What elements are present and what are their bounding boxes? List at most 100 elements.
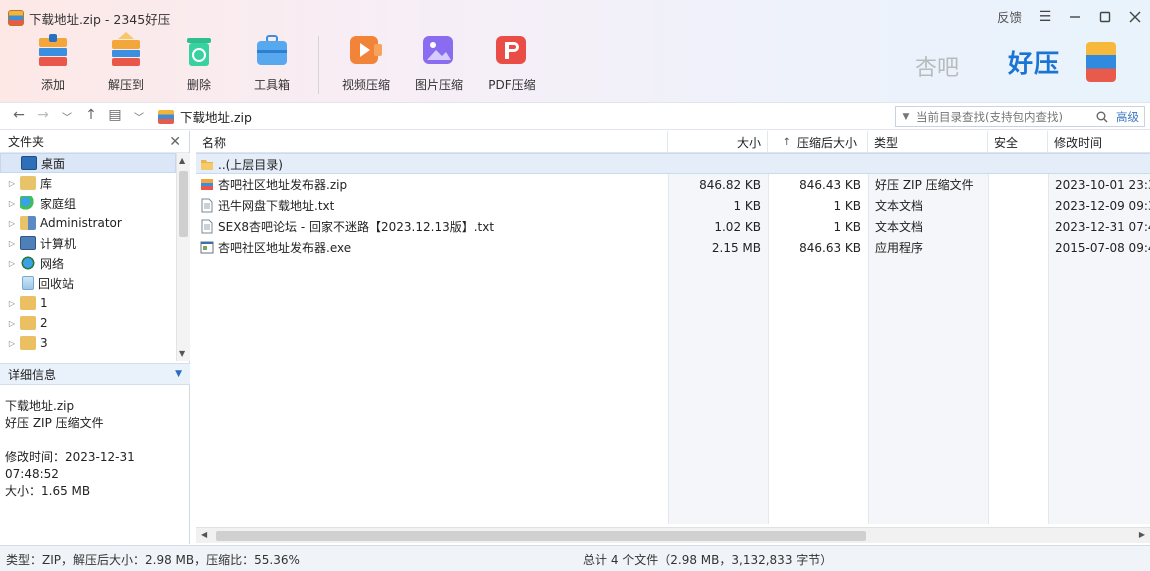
- scroll-right-icon[interactable]: ▶: [1139, 530, 1145, 539]
- tree-item-folder-3[interactable]: ▷ 3: [0, 333, 176, 353]
- back-icon[interactable]: ←: [10, 107, 28, 124]
- expand-chevron-icon[interactable]: ▷: [6, 199, 18, 208]
- toolbox-button[interactable]: 工具箱: [239, 30, 305, 93]
- folder-panel: 文件夹 ✕ 桌面 ▷ 库 ▷ 家庭组 ▷ Administrator ▷ 计算机: [0, 131, 190, 544]
- view-mode-icon[interactable]: ▤: [106, 107, 124, 124]
- feedback-link[interactable]: 反馈: [997, 7, 1022, 26]
- pdf-compress-button[interactable]: PDF压缩: [479, 30, 545, 93]
- delete-button[interactable]: 删除: [166, 30, 232, 93]
- image-compress-icon: [423, 36, 453, 64]
- close-icon[interactable]: [1128, 10, 1142, 24]
- add-icon: [39, 34, 67, 66]
- folder-icon: [20, 296, 36, 310]
- minimize-icon[interactable]: [1068, 10, 1082, 24]
- column-modified[interactable]: 修改时间: [1048, 131, 1150, 153]
- video-compress-button[interactable]: 视频压缩: [333, 30, 399, 93]
- scroll-down-icon[interactable]: ▼: [179, 349, 185, 358]
- app-header: 下载地址.zip - 2345好压 反馈 ☰ 添加 解压到 删除 工具箱 视频压…: [0, 0, 1150, 102]
- scroll-left-icon[interactable]: ◀: [201, 530, 207, 539]
- table-row[interactable]: 杏吧社区地址发布器.zip 846.82 KB 846.43 KB 好压 ZIP…: [196, 174, 1150, 195]
- column-name[interactable]: 名称: [196, 131, 668, 153]
- tree-item-library[interactable]: ▷ 库: [0, 173, 176, 193]
- search-input[interactable]: [916, 107, 1093, 126]
- detail-modified: 修改时间：2023-12-31 07:48:52: [5, 450, 135, 481]
- expand-chevron-icon[interactable]: ▷: [6, 299, 18, 308]
- file-list: 名称 大小 ↑ 压缩后大小 类型 安全 修改时间 ..(上层目录) 杏吧社区地址…: [196, 131, 1150, 544]
- horizontal-scrollbar[interactable]: ◀ ▶: [196, 527, 1150, 543]
- network-icon: [20, 256, 36, 270]
- toolbox-icon: [257, 35, 287, 65]
- brand-logo-text: 好压: [1008, 49, 1061, 78]
- video-compress-icon: [350, 36, 382, 64]
- tree-item-administrator[interactable]: ▷ Administrator: [0, 213, 176, 233]
- tree-item-network[interactable]: ▷ 网络: [0, 253, 176, 273]
- forward-icon[interactable]: →: [34, 107, 52, 124]
- text-file-icon: [201, 219, 213, 234]
- extract-button[interactable]: 解压到: [93, 30, 159, 93]
- table-row[interactable]: 杏吧社区地址发布器.exe 2.15 MB 846.63 KB 应用程序 201…: [196, 237, 1150, 258]
- expand-chevron-icon[interactable]: ▷: [6, 219, 18, 228]
- expand-chevron-icon[interactable]: ▷: [6, 339, 18, 348]
- expand-chevron-icon[interactable]: ▷: [6, 179, 18, 188]
- delete-icon: [187, 38, 211, 66]
- folder-panel-title: 文件夹: [8, 135, 45, 149]
- tree-item-computer[interactable]: ▷ 计算机: [0, 233, 176, 253]
- scrollbar-thumb[interactable]: [216, 531, 866, 541]
- image-compress-button[interactable]: 图片压缩: [406, 30, 472, 93]
- history-chevron-down-icon[interactable]: ﹀: [58, 107, 76, 124]
- file-rows: ..(上层目录) 杏吧社区地址发布器.zip 846.82 KB 846.43 …: [196, 153, 1150, 258]
- detail-panel-header[interactable]: 详细信息 ▼: [0, 363, 190, 385]
- brand-area: 杏吧 好压: [910, 40, 1135, 96]
- column-packed-size[interactable]: ↑ 压缩后大小: [768, 131, 868, 153]
- tree-item-desktop[interactable]: 桌面: [0, 153, 176, 173]
- window-controls: 反馈 ☰: [997, 7, 1142, 26]
- brand-watermark: 杏吧: [915, 56, 960, 81]
- app-logo-icon: [8, 10, 24, 26]
- maximize-icon[interactable]: [1098, 10, 1112, 24]
- menu-icon[interactable]: ☰: [1038, 9, 1052, 25]
- path-text: 下载地址.zip: [180, 110, 252, 125]
- tree-item-recycle-bin[interactable]: 回收站: [0, 273, 176, 293]
- column-type[interactable]: 类型: [868, 131, 988, 153]
- up-icon[interactable]: ↑: [82, 107, 100, 124]
- desktop-icon: [21, 156, 37, 170]
- folder-tree: 桌面 ▷ 库 ▷ 家庭组 ▷ Administrator ▷ 计算机 ▷ 网络: [0, 153, 176, 361]
- tree-item-homegroup[interactable]: ▷ 家庭组: [0, 193, 176, 213]
- recycle-bin-icon: [22, 276, 34, 290]
- view-chevron-down-icon[interactable]: ﹀: [130, 107, 148, 124]
- search-icon[interactable]: [1093, 108, 1111, 126]
- detail-size: 大小：1.65 MB: [5, 484, 91, 498]
- table-row[interactable]: 迅牛网盘下载地址.txt 1 KB 1 KB 文本文档 2023-12-09 0…: [196, 195, 1150, 216]
- column-size[interactable]: 大小: [668, 131, 768, 153]
- status-bar: 类型：ZIP，解压后大小：2.98 MB，压缩比：55.36% 总计 4 个文件…: [0, 545, 1150, 571]
- advanced-search-link[interactable]: 高级: [1111, 109, 1144, 125]
- address-bar: ← → ﹀ ↑ ▤ ﹀ 下载地址.zip ▼ 高级: [0, 102, 1150, 130]
- zip-file-icon: [158, 109, 174, 124]
- collapse-chevron-icon[interactable]: ▼: [175, 369, 182, 379]
- folder-panel-header: 文件夹 ✕: [0, 131, 189, 153]
- status-archive-info: 类型：ZIP，解压后大小：2.98 MB，压缩比：55.36%: [6, 553, 300, 567]
- add-button[interactable]: 添加: [20, 30, 86, 93]
- detail-panel-title: 详细信息: [8, 367, 57, 382]
- user-folder-icon: [20, 216, 36, 230]
- parent-directory-row[interactable]: ..(上层目录): [196, 153, 1150, 174]
- path-field[interactable]: 下载地址.zip: [158, 106, 888, 127]
- folder-icon: [201, 160, 213, 170]
- library-icon: [20, 176, 36, 190]
- tree-item-folder-2[interactable]: ▷ 2: [0, 313, 176, 333]
- search-scope-chevron-down-icon[interactable]: ▼: [896, 112, 916, 122]
- expand-chevron-icon[interactable]: ▷: [6, 319, 18, 328]
- expand-chevron-icon[interactable]: ▷: [6, 239, 18, 248]
- column-security[interactable]: 安全: [988, 131, 1048, 153]
- window-title-bar: 下载地址.zip - 2345好压: [8, 9, 170, 27]
- scroll-up-icon[interactable]: ▲: [179, 156, 185, 165]
- folder-icon: [20, 316, 36, 330]
- close-icon[interactable]: ✕: [169, 134, 181, 150]
- expand-chevron-icon[interactable]: ▷: [6, 259, 18, 268]
- tree-item-folder-1[interactable]: ▷ 1: [0, 293, 176, 313]
- table-row[interactable]: SEX8杏吧论坛 - 回家不迷路【2023.12.13版】.txt 1.02 K…: [196, 216, 1150, 237]
- scrollbar-thumb[interactable]: [179, 171, 188, 237]
- brand-logo-icon: [1086, 42, 1116, 82]
- window-title: 下载地址.zip - 2345好压: [29, 11, 171, 27]
- folder-tree-scrollbar[interactable]: ▲ ▼: [176, 153, 190, 361]
